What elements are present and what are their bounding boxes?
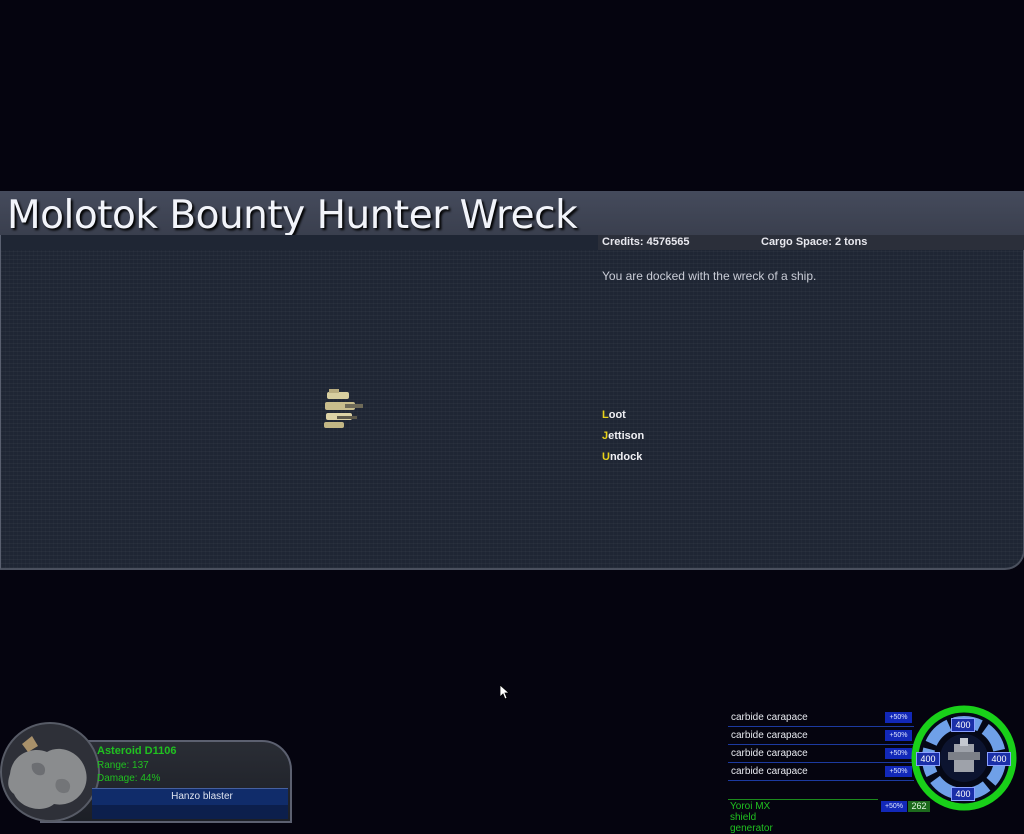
target-display: Asteroid D1106 Range: 137 Damage: 44% Ha… xyxy=(0,722,292,823)
armor-bonus-badge: +50% xyxy=(885,712,912,723)
target-name: Asteroid D1106 xyxy=(97,745,177,757)
loot-action[interactable]: Loot xyxy=(602,405,644,426)
armor-bonus-badge: +50% xyxy=(885,748,912,759)
target-portrait xyxy=(0,722,100,822)
action-label: oot xyxy=(608,409,626,421)
screen-title: Molotok Bounty Hunter Wreck xyxy=(7,193,578,238)
jettison-action[interactable]: Jettison xyxy=(602,426,644,447)
status-bar: Credits: 4576565 Cargo Space: 2 tons xyxy=(598,235,1024,250)
armor-left-value: 400 xyxy=(916,752,940,766)
panel-body-top xyxy=(0,235,601,250)
panel-body: You are docked with the wreck of a ship.… xyxy=(0,250,1024,570)
wreck-ship-image xyxy=(324,389,363,428)
armor-segment: carbide carapace +50% xyxy=(728,708,914,727)
cargo-space-label: Cargo Space: 2 tons xyxy=(761,236,868,248)
hotkey: L xyxy=(602,409,609,421)
asteroid-icon xyxy=(2,724,98,820)
armor-segment: carbide carapace +50% xyxy=(728,762,914,781)
shield-divider xyxy=(728,799,878,800)
title-bar: Molotok Bounty Hunter Wreck xyxy=(0,191,1024,238)
armor-bonus-badge: +50% xyxy=(885,730,912,741)
armor-name: carbide carapace xyxy=(731,730,808,741)
armor-name: carbide carapace xyxy=(731,748,808,759)
mouse-cursor-icon xyxy=(500,685,510,700)
dock-description: You are docked with the wreck of a ship. xyxy=(602,269,817,283)
action-menu: Loot Jettison Undock xyxy=(602,405,644,468)
armor-right-value: 400 xyxy=(987,752,1011,766)
action-label: ndock xyxy=(609,451,643,463)
armor-bonus-badge: +50% xyxy=(885,766,912,777)
hotkey: U xyxy=(602,451,610,463)
weapon-slot-empty xyxy=(92,805,288,819)
dock-screen-panel: Molotok Bounty Hunter Wreck Credits: 457… xyxy=(0,191,1024,570)
target-range: Range: 137 xyxy=(97,760,149,771)
armor-name: carbide carapace xyxy=(731,766,808,777)
shield-bonus-badge: +50% xyxy=(881,801,907,812)
armor-bottom-value: 400 xyxy=(951,787,975,801)
weapon-name: Hanzo blaster xyxy=(171,791,233,802)
armor-top-value: 400 xyxy=(951,718,975,732)
weapon-slot[interactable]: Hanzo blaster xyxy=(92,788,288,805)
action-label: ettison xyxy=(608,430,645,442)
armor-segment: carbide carapace +50% xyxy=(728,744,914,763)
undock-action[interactable]: Undock xyxy=(602,447,644,468)
shield-generator-name: Yoroi MX shield generator xyxy=(730,801,773,834)
armor-segment: carbide carapace +50% xyxy=(728,726,914,745)
credits-label: Credits: 4576565 xyxy=(602,236,690,248)
target-damage: Damage: 44% xyxy=(97,773,161,784)
ship-status-gauge: 400 400 400 400 xyxy=(910,704,1018,812)
armor-name: carbide carapace xyxy=(731,712,808,723)
